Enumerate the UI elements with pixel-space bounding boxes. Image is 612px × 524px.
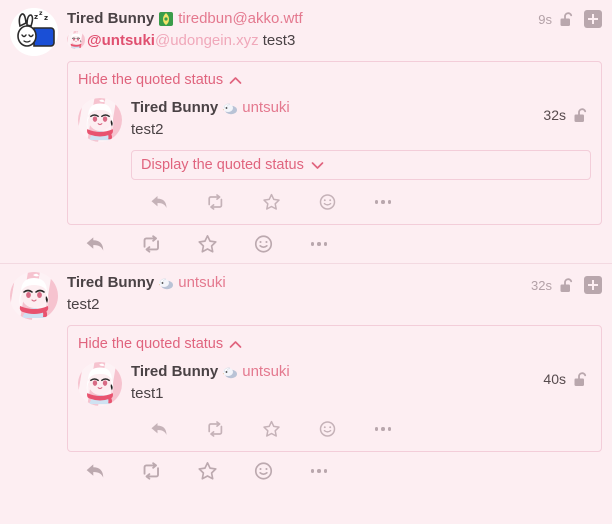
- emoji-smiley-icon[interactable]: [299, 417, 355, 441]
- name-row: Tired Bunny untsuki: [67, 273, 602, 293]
- status-text: test2: [67, 296, 100, 313]
- avatar[interactable]: [78, 98, 122, 142]
- status-post[interactable]: 32s Tired Bunny untsuki test2 40s Hide t…: [0, 263, 612, 490]
- ellipsis-icon[interactable]: [291, 231, 347, 257]
- account-handle[interactable]: tiredbun@akko.wtf: [178, 9, 302, 29]
- avatar[interactable]: [10, 8, 58, 56]
- repeat-boost-icon[interactable]: [123, 458, 179, 484]
- status-header-row: Tired Bunny untsuki test2 40s Hide the q…: [10, 272, 602, 490]
- display-quoted-status-toggle[interactable]: Display the quoted status: [131, 150, 591, 180]
- ellipsis-icon[interactable]: [355, 190, 411, 214]
- chevron-down-icon: [311, 161, 324, 170]
- mention-user[interactable]: @untsuki: [87, 32, 155, 49]
- quoted-status-actions: [131, 184, 591, 220]
- ellipsis-icon[interactable]: [291, 458, 347, 484]
- reply-arrow-icon[interactable]: [67, 231, 123, 257]
- quoted-status-meta: 32s: [543, 107, 591, 123]
- status-body: Tired Bunny untsuki test2 40s Hide the q…: [67, 272, 602, 490]
- mention-domain[interactable]: @udongein.xyz: [155, 32, 259, 49]
- timestamp[interactable]: 9s: [538, 12, 552, 27]
- emoji-smiley-icon[interactable]: [235, 458, 291, 484]
- status-body: Tired Bunny tiredbun@akko.wtf @untsuki@u…: [67, 8, 602, 263]
- repeat-boost-icon[interactable]: [187, 190, 243, 214]
- name-row: Tired Bunny untsuki: [131, 362, 591, 382]
- status-content: @untsuki@udongein.xyz test3: [67, 30, 602, 52]
- bird-emoji: [222, 364, 238, 380]
- status-actions: [67, 225, 602, 263]
- star-icon[interactable]: [179, 458, 235, 484]
- bird-emoji: [158, 275, 174, 291]
- reply-arrow-icon[interactable]: [131, 190, 187, 214]
- plus-box-icon[interactable]: [584, 10, 602, 28]
- mention-avatar: [67, 31, 85, 49]
- reply-arrow-icon[interactable]: [67, 458, 123, 484]
- timestamp[interactable]: 32s: [531, 278, 552, 293]
- status-text: test3: [262, 32, 296, 49]
- toggle-label: Display the quoted status: [141, 157, 304, 173]
- quoted-status-body: Tired Bunny untsuki test2 Display the qu…: [131, 98, 591, 220]
- quoted-status-card: 32s Hide the quoted status Tired Bunny u…: [67, 61, 602, 225]
- account-handle[interactable]: untsuki: [178, 273, 226, 293]
- bird-emoji: [222, 100, 238, 116]
- quoted-status-text: test2: [131, 121, 164, 138]
- display-name[interactable]: Tired Bunny: [131, 362, 218, 382]
- name-row: Tired Bunny tiredbun@akko.wtf: [67, 9, 602, 29]
- toggle-label: Hide the quoted status: [78, 72, 224, 88]
- quoted-status-card: 40s Hide the quoted status Tired Bunny u…: [67, 325, 602, 452]
- display-name[interactable]: Tired Bunny: [67, 9, 154, 29]
- green-badge-emoji: [158, 11, 174, 27]
- status-header-row: Tired Bunny tiredbun@akko.wtf @untsuki@u…: [10, 8, 602, 263]
- plus-box-icon[interactable]: [584, 276, 602, 294]
- star-icon[interactable]: [243, 190, 299, 214]
- avatar[interactable]: [78, 362, 122, 406]
- timeline: 9s Tired Bunny tiredbun@akko.wtf @untsuk…: [0, 0, 612, 490]
- timestamp[interactable]: 40s: [543, 371, 566, 387]
- ellipsis-icon[interactable]: [355, 417, 411, 441]
- reply-arrow-icon[interactable]: [131, 417, 187, 441]
- emoji-smiley-icon[interactable]: [235, 231, 291, 257]
- name-row: Tired Bunny untsuki: [131, 98, 591, 118]
- status-actions: [67, 452, 602, 490]
- star-icon[interactable]: [243, 417, 299, 441]
- hide-quoted-status-toggle[interactable]: Hide the quoted status: [78, 70, 242, 90]
- unlocked-padlock-icon: [573, 107, 591, 123]
- emoji-smiley-icon[interactable]: [299, 190, 355, 214]
- quoted-status-actions: [131, 411, 591, 447]
- hide-quoted-status-toggle[interactable]: Hide the quoted status: [78, 334, 242, 354]
- account-handle[interactable]: untsuki: [242, 362, 290, 382]
- quoted-status-meta: 40s: [543, 371, 591, 387]
- display-name[interactable]: Tired Bunny: [131, 98, 218, 118]
- repeat-boost-icon[interactable]: [187, 417, 243, 441]
- quoted-status-row: Tired Bunny untsuki test2 Display the qu…: [78, 98, 591, 220]
- unlocked-padlock-icon: [573, 371, 591, 387]
- chevron-up-icon: [229, 340, 242, 349]
- unlocked-padlock-icon: [559, 11, 577, 27]
- unlocked-padlock-icon: [559, 277, 577, 293]
- quoted-status-text: test1: [131, 385, 164, 402]
- repeat-boost-icon[interactable]: [123, 231, 179, 257]
- timestamp[interactable]: 32s: [543, 107, 566, 123]
- account-handle[interactable]: untsuki: [242, 98, 290, 118]
- quoted-status-row: Tired Bunny untsuki test1: [78, 362, 591, 447]
- status-meta: 32s: [531, 276, 602, 294]
- avatar[interactable]: [10, 272, 58, 320]
- display-name[interactable]: Tired Bunny: [67, 273, 154, 293]
- quoted-status-body: Tired Bunny untsuki test1: [131, 362, 591, 447]
- chevron-up-icon: [229, 76, 242, 85]
- status-meta: 9s: [538, 10, 602, 28]
- status-post[interactable]: 9s Tired Bunny tiredbun@akko.wtf @untsuk…: [0, 0, 612, 263]
- star-icon[interactable]: [179, 231, 235, 257]
- toggle-label: Hide the quoted status: [78, 336, 224, 352]
